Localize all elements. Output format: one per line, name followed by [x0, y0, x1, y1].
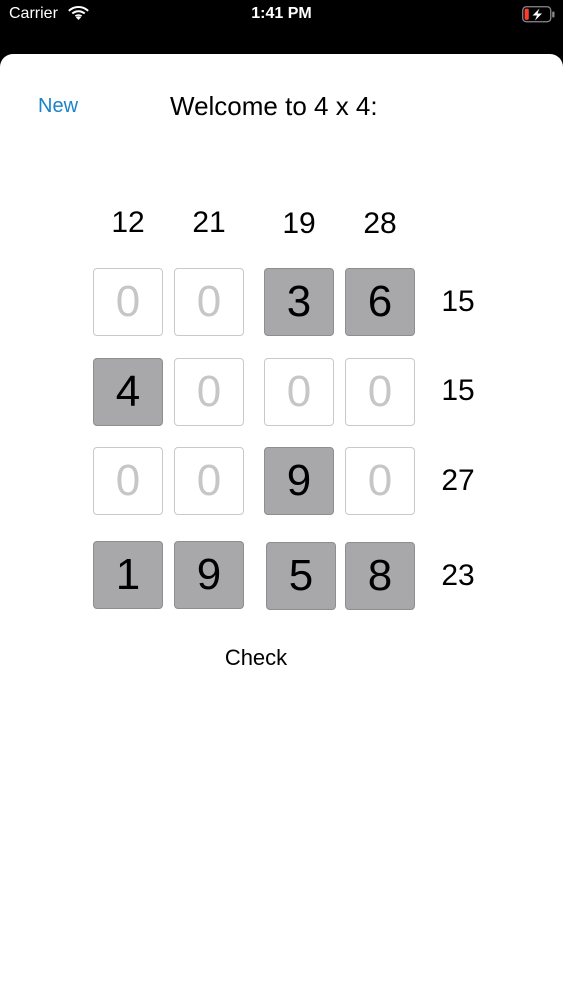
- grid-cell-r4-c3[interactable]: 5: [266, 542, 336, 610]
- new-button[interactable]: New: [38, 95, 78, 118]
- status-time: 1:41 PM: [251, 5, 312, 22]
- battery-charging-icon: [522, 6, 555, 23]
- grid-cell-r1-c2[interactable]: 0: [174, 268, 244, 336]
- grid-cell-r2-c2[interactable]: 0: [174, 358, 244, 426]
- grid-cell-r3-c2[interactable]: 0: [174, 447, 244, 515]
- grid-cell-r1-c1[interactable]: 0: [93, 268, 163, 336]
- status-bar: Carrier 1:41 PM: [0, 0, 563, 30]
- grid-cell-r3-c4[interactable]: 0: [345, 447, 415, 515]
- grid-cell-r2-c3[interactable]: 0: [264, 358, 334, 426]
- row-sum-2: 15: [441, 374, 475, 407]
- grid-cell-r4-c4[interactable]: 8: [345, 542, 415, 610]
- column-sum-4: 28: [363, 207, 397, 240]
- grid-cell-r4-c1[interactable]: 1: [93, 541, 163, 609]
- modal-sheet: [0, 54, 563, 1000]
- grid-cell-r2-c1[interactable]: 4: [93, 358, 163, 426]
- row-sum-3: 27: [441, 464, 475, 497]
- grid-cell-r4-c2[interactable]: 9: [174, 541, 244, 609]
- column-sum-3: 19: [282, 207, 316, 240]
- row-sum-4: 23: [441, 559, 475, 592]
- grid-cell-r3-c3[interactable]: 9: [264, 447, 334, 515]
- row-sum-1: 15: [441, 285, 475, 318]
- grid-cell-r3-c1[interactable]: 0: [93, 447, 163, 515]
- grid-cell-r1-c4[interactable]: 6: [345, 268, 415, 336]
- grid-cell-r2-c4[interactable]: 0: [345, 358, 415, 426]
- check-button[interactable]: Check: [206, 645, 306, 671]
- column-sum-2: 21: [192, 206, 226, 239]
- grid-cell-r1-c3[interactable]: 3: [264, 268, 334, 336]
- page-title: Welcome to 4 x 4:: [170, 91, 378, 121]
- column-sum-1: 12: [111, 206, 145, 239]
